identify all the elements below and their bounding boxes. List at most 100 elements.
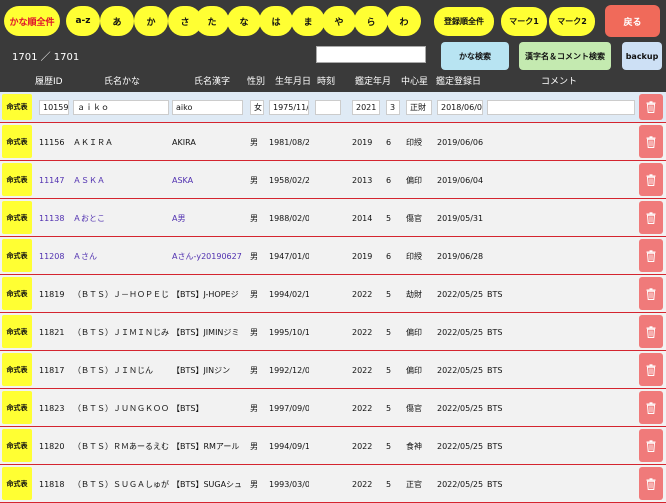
- back-button[interactable]: 戻る: [605, 5, 660, 37]
- table-row[interactable]: 命式表 11821 （ＢＴＳ）ＪＩＭＩＮじみ 【BTS】JIMINジミ 男 1995/10…: [0, 313, 666, 351]
- cell-birthdate: 1993/03/09: [269, 480, 309, 489]
- meishiki-chart-button[interactable]: 命式表: [2, 277, 32, 310]
- backup-button[interactable]: backup: [622, 42, 662, 70]
- all-registration-order-button[interactable]: 登録順全件: [434, 7, 494, 36]
- kana-na-button[interactable]: な: [227, 6, 261, 36]
- meishiki-chart-button[interactable]: 命式表: [2, 315, 32, 348]
- trash-icon: [646, 325, 656, 338]
- kana-ka-button[interactable]: か: [134, 6, 168, 36]
- cell-appraisal-year: 2019: [352, 138, 373, 147]
- cell-appraisal-year: 2022: [352, 480, 373, 489]
- delete-button[interactable]: [639, 201, 663, 234]
- delete-button[interactable]: [639, 163, 663, 196]
- cell-sex: 男: [250, 480, 258, 489]
- cell-central-star: 正官: [406, 480, 422, 489]
- cell-name-kana: （ＢＴＳ）ＳＵＧＡしゅが: [73, 480, 169, 489]
- mark1-button[interactable]: マーク1: [501, 7, 547, 36]
- table-row[interactable]: 命式表 11820 （ＢＴＳ）ＲＭあーるえむ 【BTS】RMアール 男 1994/09/1…: [0, 427, 666, 465]
- cell-name-kanji[interactable]: aiko: [172, 100, 243, 115]
- delete-button[interactable]: [639, 239, 663, 272]
- cell-appraisal-year: 2019: [352, 252, 373, 261]
- cell-sex: 男: [250, 252, 258, 261]
- delete-button[interactable]: [639, 315, 663, 348]
- delete-button[interactable]: [639, 125, 663, 158]
- cell-name-kana: （ＢＴＳ）Ｊ－ＨＯＰＥじ: [73, 290, 169, 299]
- cell-sex: 男: [250, 366, 258, 375]
- col-sex: 性別: [247, 77, 266, 87]
- meishiki-chart-button[interactable]: 命式表: [2, 391, 32, 424]
- cell-history-id: 11147: [39, 176, 65, 185]
- cell-history-id: 11818: [39, 480, 65, 489]
- cell-comment[interactable]: [487, 100, 635, 115]
- cell-name-kanji: 【BTS】: [172, 404, 204, 413]
- table-row[interactable]: 命式表 11138 Ａおとこ A男 男 1988/02/01 2014 5 傷官 2019/05/…: [0, 199, 666, 237]
- delete-button[interactable]: [639, 391, 663, 424]
- meishiki-chart-button[interactable]: 命式表: [2, 125, 32, 158]
- meishiki-chart-button[interactable]: 命式表: [2, 467, 32, 500]
- table-row[interactable]: 命式表 11823 （ＢＴＳ）ＪＵＮＧＫＯＯ【BTS】 男 1997/09/01 2022…: [0, 389, 666, 427]
- trash-icon: [646, 401, 656, 414]
- delete-button[interactable]: [639, 277, 663, 310]
- table-row[interactable]: 命式表 11819 （ＢＴＳ）Ｊ－ＨＯＰＥじ 【BTS】J-HOPEジ 男 1994/02…: [0, 275, 666, 313]
- cell-central-star: 偏印: [406, 328, 422, 337]
- cell-appraisal-month[interactable]: 3: [386, 100, 400, 115]
- table-row[interactable]: 命式表 11208 Ａさん Aさん-y20190627 男 1947/01/04 2019 6…: [0, 237, 666, 275]
- cell-name-kana: （ＢＴＳ）ＪＩＮじん: [73, 366, 153, 375]
- meishiki-chart-button[interactable]: 命式表: [2, 94, 32, 120]
- all-kana-order-button[interactable]: かな順全件: [4, 6, 60, 36]
- cell-time[interactable]: [315, 100, 341, 115]
- cell-central-star: 傷官: [406, 404, 422, 413]
- cell-appraisal-month: 5: [386, 290, 392, 299]
- delete-button[interactable]: [639, 353, 663, 386]
- meishiki-chart-button[interactable]: 命式表: [2, 239, 32, 272]
- cell-name-kanji: AKIRA: [172, 138, 196, 147]
- cell-central-star: 劫財: [406, 290, 422, 299]
- kanji-comment-search-button[interactable]: 漢字名＆コメント検索: [519, 42, 611, 70]
- kana-wa-button[interactable]: わ: [387, 6, 421, 36]
- kana-a-button[interactable]: あ: [100, 6, 134, 36]
- col-name-kana: 氏名かな: [104, 77, 141, 87]
- cell-appraisal-month: 5: [386, 442, 392, 451]
- kana-a-z-button[interactable]: a-z: [66, 6, 100, 36]
- cell-sex: 男: [250, 138, 258, 147]
- cell-appraisal-year: 2022: [352, 404, 373, 413]
- cell-sex[interactable]: 女: [250, 100, 264, 115]
- cell-name-kana: （ＢＴＳ）ＪＩＭＩＮじみ: [73, 328, 169, 337]
- kana-ya-button[interactable]: や: [322, 6, 356, 36]
- cell-sex: 男: [250, 176, 258, 185]
- kana-ra-button[interactable]: ら: [354, 6, 388, 36]
- cell-central-star[interactable]: 正財: [406, 100, 432, 115]
- col-history-id: 履歴ID: [35, 77, 63, 87]
- table-row[interactable]: 命式表 11147 ＡＳＫＡ ASKA 男 1958/02/24 2013 6 偏印 2019/0…: [0, 161, 666, 199]
- meishiki-chart-button[interactable]: 命式表: [2, 429, 32, 462]
- mark2-button[interactable]: マーク2: [549, 7, 595, 36]
- cell-name-kana[interactable]: ａｉｋｏ: [73, 100, 169, 115]
- col-comment: コメント: [541, 77, 578, 87]
- table-row[interactable]: 命式表 10159 ａｉｋｏaiko 女 1975/11/22 2021 3 正財 2018/0…: [0, 92, 666, 123]
- cell-name-kana: （ＢＴＳ）ＪＵＮＧＫＯＯ: [73, 404, 169, 413]
- cell-history-id[interactable]: 10159: [39, 100, 69, 115]
- meishiki-chart-button[interactable]: 命式表: [2, 201, 32, 234]
- trash-icon: [646, 173, 656, 186]
- meishiki-chart-button[interactable]: 命式表: [2, 353, 32, 386]
- meishiki-chart-button[interactable]: 命式表: [2, 163, 32, 196]
- kana-search-button[interactable]: かな検索: [441, 42, 509, 70]
- kana-ha-button[interactable]: は: [259, 6, 293, 36]
- delete-button[interactable]: [639, 94, 663, 120]
- table-row[interactable]: 命式表 11156 ＡＫＩＲＡ AKIRA 男 1981/08/23 2019 6 印綬 2019…: [0, 123, 666, 161]
- table-row[interactable]: 命式表 11818 （ＢＴＳ）ＳＵＧＡしゅが 【BTS】SUGAシュ男 1993/03/…: [0, 465, 666, 503]
- delete-button[interactable]: [639, 467, 663, 500]
- cell-registration-date[interactable]: 2018/06/02: [437, 100, 483, 115]
- search-input[interactable]: [316, 46, 426, 63]
- cell-appraisal-year[interactable]: 2021: [352, 100, 380, 115]
- cell-birthdate[interactable]: 1975/11/22: [269, 100, 309, 115]
- cell-registration-date: 2022/05/25: [437, 328, 483, 337]
- cell-name-kana: Ａおとこ: [73, 214, 105, 223]
- table-row[interactable]: 命式表 11817 （ＢＴＳ）ＪＩＮじん 【BTS】JINジン 男 1992/12/04 2…: [0, 351, 666, 389]
- delete-button[interactable]: [639, 429, 663, 462]
- cell-history-id: 11817: [39, 366, 65, 375]
- cell-history-id: 11820: [39, 442, 65, 451]
- cell-comment: BTS: [487, 442, 503, 451]
- kana-ta-button[interactable]: た: [195, 6, 229, 36]
- kana-ma-button[interactable]: ま: [291, 6, 325, 36]
